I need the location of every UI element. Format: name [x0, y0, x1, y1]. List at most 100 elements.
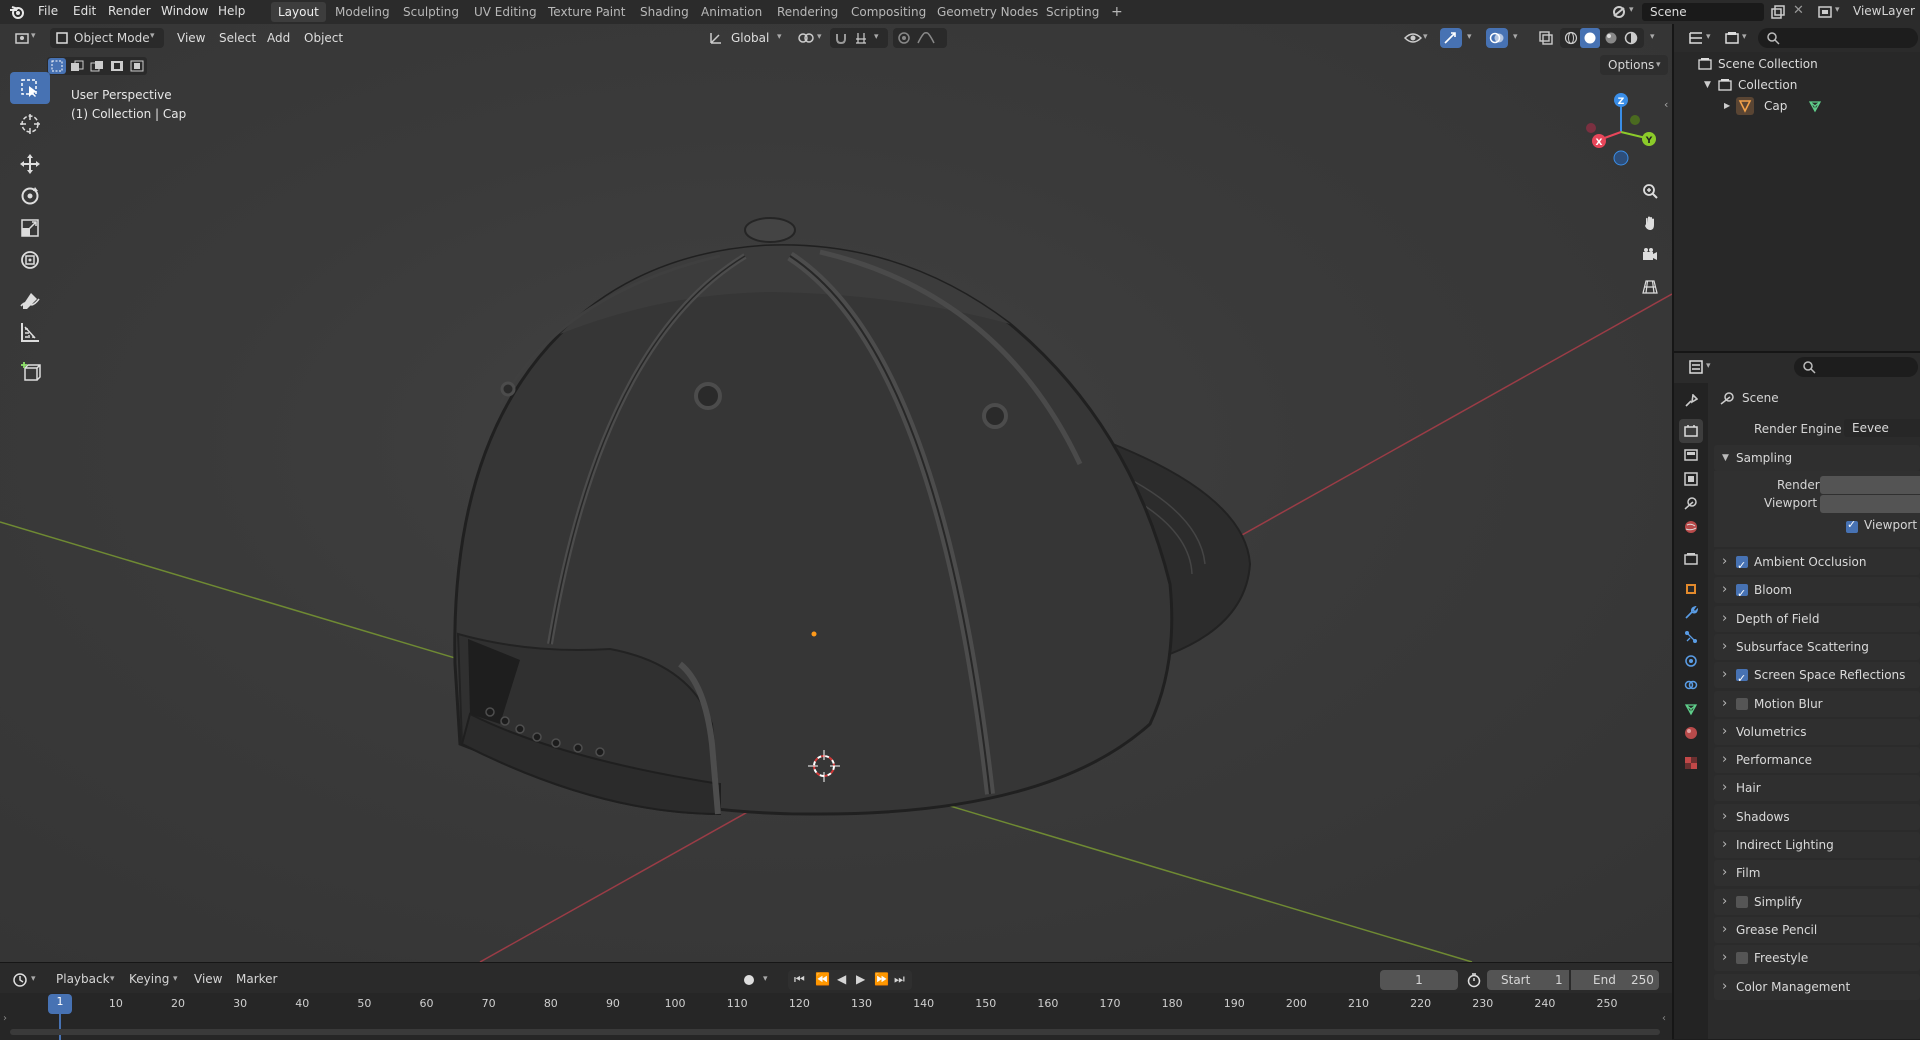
mode-dropdown[interactable]: Object Mode ▾ [50, 28, 164, 48]
chevron-down-icon[interactable]: ▾ [777, 32, 782, 42]
expand-arrow-icon[interactable]: ▼ [1704, 75, 1711, 95]
chevron-down-icon[interactable]: ▾ [1423, 32, 1428, 42]
panel-grease-pencil[interactable]: › Grease Pencil [1714, 917, 1920, 943]
timeline-scrollbar[interactable] [10, 1029, 1660, 1035]
material-shading-icon[interactable] [1604, 31, 1618, 45]
mesh-data-icon[interactable] [1808, 99, 1822, 113]
current-frame-field[interactable]: 1 [1380, 970, 1458, 990]
tool-cursor[interactable] [10, 108, 50, 140]
panel-screen-space-reflections[interactable]: › Screen Space Reflections [1714, 662, 1920, 692]
panel-hair[interactable]: › Hair [1714, 775, 1920, 801]
chevron-down-icon[interactable]: ▾ [31, 31, 36, 41]
panel-enable-checkbox[interactable] [1736, 698, 1748, 710]
outliner-row-cap[interactable]: ▶ Cap [1674, 96, 1920, 116]
chevron-down-icon[interactable]: ▾ [1835, 5, 1840, 15]
select-intersect-icon[interactable] [130, 60, 144, 72]
menu-select[interactable]: Select [219, 31, 256, 45]
select-new-button[interactable] [48, 58, 66, 74]
panel-film[interactable]: › Film [1714, 860, 1920, 886]
overlays-toggle[interactable] [1486, 28, 1508, 48]
panel-ambient-occlusion[interactable]: › Ambient Occlusion [1714, 549, 1920, 579]
tab-render[interactable] [1679, 419, 1703, 443]
tool-transform[interactable] [10, 244, 50, 276]
select-invert-icon[interactable] [110, 60, 124, 72]
solid-shading-button[interactable] [1580, 28, 1600, 48]
viewport-denoise-checkbox[interactable] [1846, 518, 1858, 533]
render-samples-field[interactable] [1820, 476, 1920, 494]
record-icon[interactable] [741, 972, 757, 988]
chevron-down-icon[interactable]: ▾ [1742, 32, 1747, 42]
panel-enable-checkbox[interactable] [1736, 666, 1748, 692]
tab-animation[interactable]: Animation [694, 2, 769, 22]
chevron-down-icon[interactable]: ▾ [1467, 32, 1472, 42]
tab-sculpting[interactable]: Sculpting [396, 2, 466, 22]
select-extend-icon[interactable] [70, 60, 84, 72]
properties-search-field[interactable] [1794, 357, 1918, 377]
panel-enable-checkbox[interactable] [1736, 952, 1748, 964]
tab-output[interactable] [1679, 443, 1703, 467]
snap-increment-icon[interactable] [854, 31, 868, 45]
panel-freestyle[interactable]: › Freestyle [1714, 945, 1920, 971]
outliner-search-field[interactable] [1758, 28, 1918, 48]
menu-object[interactable]: Object [304, 31, 343, 45]
panel-simplify[interactable]: › Simplify [1714, 889, 1920, 915]
expand-arrow-icon[interactable]: ▶ [1724, 96, 1730, 116]
tab-texture[interactable] [1679, 751, 1703, 775]
chevron-down-icon[interactable]: ▾ [173, 974, 178, 984]
tab-object[interactable] [1679, 577, 1703, 601]
visibility-eye-icon[interactable] [1404, 30, 1422, 46]
options-dropdown[interactable]: Options ▾ [1600, 55, 1668, 75]
chevron-down-icon[interactable]: ▾ [1706, 361, 1711, 371]
chevron-down-icon[interactable]: ▾ [1629, 5, 1634, 15]
tab-uv-editing[interactable]: UV Editing [467, 2, 544, 22]
display-mode-icon[interactable] [1724, 30, 1740, 46]
menu-file[interactable]: File [38, 4, 58, 18]
outliner-editor-icon[interactable] [1688, 30, 1704, 46]
menu-window[interactable]: Window [161, 4, 208, 18]
tab-tool[interactable] [1679, 389, 1703, 413]
navigation-gizmo[interactable]: Z Y X [1575, 84, 1667, 184]
tab-collection[interactable] [1679, 547, 1703, 571]
tab-scene[interactable] [1679, 491, 1703, 515]
menu-timeline-view[interactable]: View [194, 972, 222, 986]
tab-particles[interactable] [1679, 625, 1703, 649]
panel-subsurface-scattering[interactable]: › Subsurface Scattering [1714, 634, 1920, 660]
tool-move[interactable] [10, 148, 50, 180]
menu-playback[interactable]: Playback [56, 972, 110, 986]
tab-scripting[interactable]: Scripting [1039, 2, 1106, 22]
prev-keyframe-icon[interactable]: ⏪ [815, 972, 830, 986]
menu-view[interactable]: View [177, 31, 205, 45]
snap-magnet-icon[interactable] [834, 31, 848, 45]
panel-sampling[interactable]: ▼ Sampling [1714, 445, 1920, 471]
chevron-down-icon[interactable]: ▾ [1706, 32, 1711, 42]
orientation-label[interactable]: Global [731, 31, 769, 45]
tool-rotate[interactable] [10, 180, 50, 212]
jump-start-icon[interactable]: ⏮ [794, 972, 805, 987]
panel-shadows[interactable]: › Shadows [1714, 804, 1920, 830]
tab-rendering[interactable]: Rendering [770, 2, 845, 22]
outliner-row-collection[interactable]: ▼ Collection [1674, 75, 1920, 95]
camera-view-button[interactable] [1637, 242, 1663, 268]
panel-enable-checkbox[interactable] [1736, 581, 1748, 607]
scene-icon[interactable] [1611, 4, 1627, 20]
editor-type-icon[interactable] [14, 30, 30, 46]
menu-keying[interactable]: Keying [129, 972, 169, 986]
tab-material[interactable] [1679, 721, 1703, 745]
proportional-edit-icon[interactable] [897, 31, 911, 45]
chevron-down-icon[interactable]: ▾ [110, 974, 115, 984]
next-keyframe-icon[interactable]: ⏩ [874, 972, 889, 986]
start-frame-field[interactable]: Start 1 [1487, 970, 1569, 990]
play-reverse-icon[interactable]: ◀ [837, 972, 846, 986]
tab-view-layer[interactable] [1679, 467, 1703, 491]
outliner-row-scene-collection[interactable]: Scene Collection [1674, 54, 1920, 74]
wireframe-shading-icon[interactable] [1564, 31, 1578, 45]
transform-orientation-icon[interactable] [708, 30, 724, 46]
tab-shading[interactable]: Shading [633, 2, 696, 22]
rendered-shading-icon[interactable] [1624, 31, 1638, 45]
xray-icon[interactable] [1538, 30, 1554, 46]
pan-button[interactable] [1637, 210, 1663, 236]
menu-edit[interactable]: Edit [73, 4, 96, 18]
tool-annotate[interactable] [10, 284, 50, 316]
tab-modifiers[interactable] [1679, 601, 1703, 625]
chevron-left-icon[interactable]: ‹ [1662, 1013, 1666, 1024]
